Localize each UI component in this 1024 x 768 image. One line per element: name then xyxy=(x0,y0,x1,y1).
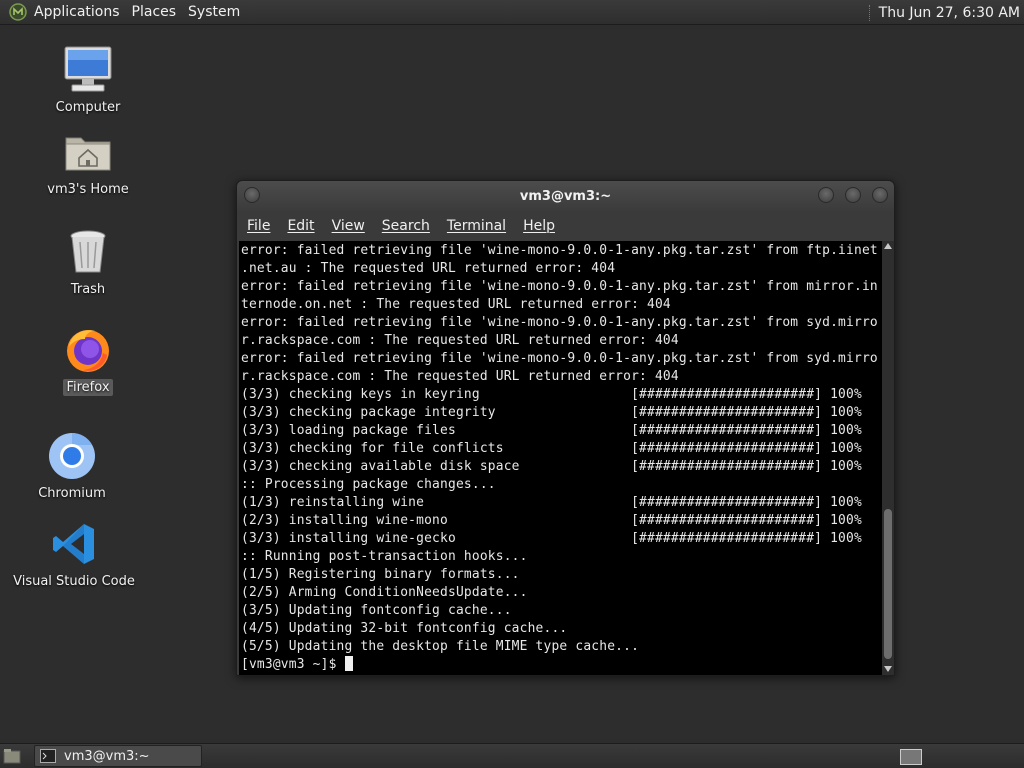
terminal-line: (1/3) reinstalling wine [###############… xyxy=(241,495,862,510)
desktop-icon-trash[interactable]: Trash xyxy=(23,226,153,298)
terminal-line: (3/3) checking package integrity [######… xyxy=(241,405,862,420)
terminal-line: ternode.on.net : The requested URL retur… xyxy=(241,297,671,312)
terminal-menubar: File Edit View Search Terminal Help xyxy=(237,211,894,241)
workspace-switcher[interactable] xyxy=(900,749,922,765)
window-menu-icon[interactable] xyxy=(244,187,260,203)
terminal-line: (3/5) Updating fontconfig cache... xyxy=(241,603,512,618)
panel-separator xyxy=(868,4,871,21)
terminal-line: r.rackspace.com : The requested URL retu… xyxy=(241,369,679,384)
window-titlebar[interactable]: vm3@vm3:~ xyxy=(237,181,894,211)
desktop-icon-label: vm3's Home xyxy=(47,182,129,197)
terminal-output[interactable]: error: failed retrieving file 'wine-mono… xyxy=(239,241,882,675)
desktop-icon-label: Firefox xyxy=(63,379,113,396)
terminal-line: error: failed retrieving file 'wine-mono… xyxy=(241,279,878,294)
terminal-line: error: failed retrieving file 'wine-mono… xyxy=(241,243,878,258)
terminal-line: (3/3) checking available disk space [###… xyxy=(241,459,862,474)
maximize-icon[interactable] xyxy=(845,187,861,203)
window-title: vm3@vm3:~ xyxy=(519,188,612,204)
desktop-icon-home[interactable]: vm3's Home xyxy=(23,126,153,198)
terminal-line: (3/3) loading package files [###########… xyxy=(241,423,862,438)
terminal-line: (3/3) checking keys in keyring [########… xyxy=(241,387,862,402)
scroll-thumb[interactable] xyxy=(884,509,892,659)
chromium-icon xyxy=(46,430,98,482)
desktop-icon-firefox[interactable]: Firefox xyxy=(23,324,153,396)
menu-search[interactable]: Search xyxy=(382,218,430,234)
desktop-icon-label: Computer xyxy=(55,100,121,115)
terminal-line: (2/3) installing wine-mono [############… xyxy=(241,513,862,528)
terminal-line: (5/5) Updating the desktop file MIME typ… xyxy=(241,639,640,654)
show-desktop-icon xyxy=(3,749,21,764)
terminal-line: r.rackspace.com : The requested URL retu… xyxy=(241,333,679,348)
scroll-up-icon[interactable] xyxy=(884,243,892,249)
vscode-icon xyxy=(48,518,100,570)
terminal-line: (3/3) checking for file conflicts [#####… xyxy=(241,441,862,456)
firefox-icon xyxy=(62,324,114,376)
terminal-line: (4/5) Updating 32-bit fontconfig cache..… xyxy=(241,621,568,636)
terminal-text: error: failed retrieving file 'wine-mono… xyxy=(239,241,882,674)
desktop-icon-label: Trash xyxy=(70,282,106,297)
top-panel: Applications Places System Thu Jun 27, 6… xyxy=(0,0,1024,25)
menu-help[interactable]: Help xyxy=(523,218,555,234)
terminal-line: :: Running post-transaction hooks... xyxy=(241,549,528,564)
system-menu[interactable]: System xyxy=(188,4,248,20)
terminal-line: error: failed retrieving file 'wine-mono… xyxy=(241,351,878,366)
desktop-icon-label: Chromium xyxy=(38,486,106,501)
places-menu[interactable]: Places xyxy=(132,4,185,20)
minimize-icon[interactable] xyxy=(818,187,834,203)
desktop-icon-chromium[interactable]: Chromium xyxy=(7,430,137,502)
menu-view[interactable]: View xyxy=(332,218,365,234)
menu-file[interactable]: File xyxy=(247,218,270,234)
terminal-line: error: failed retrieving file 'wine-mono… xyxy=(241,315,878,330)
show-desktop-button[interactable] xyxy=(2,747,22,765)
terminal-window[interactable]: vm3@vm3:~ File Edit View Search Terminal… xyxy=(236,180,895,676)
menu-edit[interactable]: Edit xyxy=(287,218,314,234)
scroll-down-icon[interactable] xyxy=(884,666,892,672)
desktop-icon-label: Visual Studio Code xyxy=(13,574,135,589)
bottom-panel: vm3@vm3:~ xyxy=(0,743,1024,768)
taskbar-label: vm3@vm3:~ xyxy=(64,748,150,764)
computer-icon xyxy=(62,44,114,96)
trash-icon xyxy=(62,226,114,278)
menu-terminal[interactable]: Terminal xyxy=(447,218,506,234)
terminal-line: (1/5) Registering binary formats... xyxy=(241,567,520,582)
terminal-icon xyxy=(40,749,56,763)
home-folder-icon xyxy=(62,126,114,178)
terminal-line: :: Processing package changes... xyxy=(241,477,496,492)
terminal-line: .net.au : The requested URL returned err… xyxy=(241,261,616,276)
shell-prompt: [vm3@vm3 ~]$ xyxy=(241,657,345,672)
applications-menu[interactable]: Applications xyxy=(34,4,128,20)
terminal-line: (2/5) Arming ConditionNeedsUpdate... xyxy=(241,585,528,600)
terminal-line: (3/3) installing wine-gecko [###########… xyxy=(241,531,862,546)
mate-logo-icon[interactable] xyxy=(8,2,28,22)
desktop-icon-vscode[interactable]: Visual Studio Code xyxy=(9,518,139,590)
desktop-icon-computer[interactable]: Computer xyxy=(23,44,153,116)
taskbar-terminal-button[interactable]: vm3@vm3:~ xyxy=(34,745,202,767)
clock[interactable]: Thu Jun 27, 6:30 AM xyxy=(879,5,1020,21)
text-cursor xyxy=(344,656,353,671)
close-icon[interactable] xyxy=(872,187,888,203)
terminal-scrollbar[interactable] xyxy=(882,241,894,675)
